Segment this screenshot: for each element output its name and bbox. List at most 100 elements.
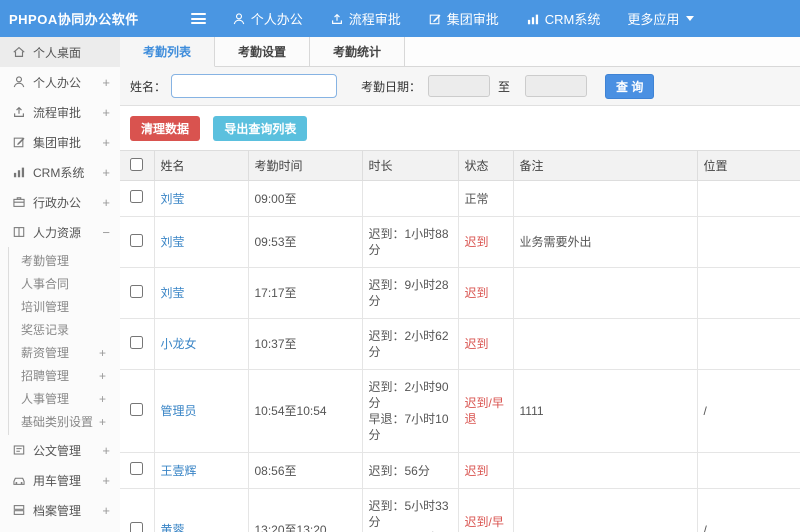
sidebar-subitem-1[interactable]: 考勤管理	[9, 249, 120, 272]
expand-toggle-icon[interactable]: +	[99, 415, 106, 429]
table-row: 黄蓉 13:20至13:20迟到：5小时33分早退：4小时67分迟到/早退 /	[120, 488, 800, 532]
attendance-table: 姓名 考勤时间 时长 状态 备注 位置 刘莹 09:00至 正常 刘莹 09:53至 迟到：1小时8…	[120, 150, 800, 532]
top-nav-item-4[interactable]: CRM系统	[526, 9, 600, 28]
name-input[interactable]	[171, 74, 338, 98]
sidebar-subitem-8[interactable]: 基础类别设置 +	[9, 410, 120, 433]
tab-1[interactable]: 考勤列表	[120, 37, 215, 67]
search-button[interactable]: 查 询	[605, 73, 655, 99]
sidebar-item-8[interactable]: 公文管理 +	[0, 435, 120, 465]
sidebar-item-10[interactable]: 档案管理 +	[0, 495, 120, 525]
sidebar-item-label: 人力资源	[33, 225, 82, 240]
name-cell: 刘莹	[154, 216, 249, 268]
employee-name-link[interactable]: 管理员	[161, 404, 197, 418]
chart-icon	[526, 12, 540, 26]
expand-toggle-icon[interactable]: +	[102, 503, 110, 518]
date-from-input[interactable]	[428, 75, 491, 97]
sidebar: 个人桌面 个人办公 + 流程审批 + 集团审批 + CRM系统 + 行政办公 + 人力资源 − 考勤管理人…	[0, 37, 121, 532]
date-to-input[interactable]	[525, 75, 588, 97]
row-checkbox[interactable]	[130, 335, 144, 349]
tab-2[interactable]: 考勤设置	[215, 37, 310, 66]
employee-name-link[interactable]: 刘莹	[161, 235, 185, 249]
expand-toggle-icon[interactable]: +	[102, 135, 110, 150]
sidebar-item-5[interactable]: CRM系统 +	[0, 157, 120, 187]
top-nav-item-3[interactable]: 集团审批	[428, 9, 499, 28]
sidebar-item-label: 个人办公	[33, 75, 82, 90]
caret-down-icon	[686, 16, 695, 21]
row-checkbox[interactable]	[130, 521, 144, 532]
doc-icon	[12, 443, 26, 457]
expand-toggle-icon[interactable]: +	[102, 473, 110, 488]
table-row: 王壹辉 08:56至 迟到：56分 迟到	[120, 452, 800, 489]
export-list-button[interactable]: 导出查询列表	[213, 116, 308, 141]
time-cell: 13:20至13:20	[248, 488, 363, 532]
time-cell: 10:37至	[248, 318, 363, 370]
sidebar-item-4[interactable]: 集团审批 +	[0, 127, 120, 157]
expand-toggle-icon[interactable]: +	[102, 195, 110, 210]
location-cell	[697, 318, 800, 370]
sidebar-subitem-4[interactable]: 奖惩记录	[9, 318, 120, 341]
expand-toggle-icon[interactable]: +	[102, 75, 110, 90]
location-cell	[697, 216, 800, 268]
column-header-1: 姓名	[154, 150, 249, 181]
expand-toggle-icon[interactable]: +	[102, 105, 110, 120]
sidebar-subitem-6[interactable]: 招聘管理 +	[9, 364, 120, 387]
sidebar-item-2[interactable]: 个人办公 +	[0, 67, 120, 97]
duration-cell: 迟到：5小时33分早退：4小时67分	[362, 488, 459, 532]
app-logo[interactable]: PHPOA协同办公软件	[0, 9, 139, 28]
tab-bar: 考勤列表 考勤设置 考勤统计	[120, 37, 800, 67]
expand-toggle-icon[interactable]: +	[99, 369, 106, 383]
remark-cell: 1111	[513, 369, 698, 453]
column-header-6: 位置	[697, 150, 800, 181]
expand-toggle-icon[interactable]: −	[102, 225, 110, 240]
sidebar-item-6[interactable]: 行政办公 +	[0, 187, 120, 217]
sidebar-subitem-2[interactable]: 人事合同	[9, 272, 120, 295]
sidebar-subitem-3[interactable]: 培训管理	[9, 295, 120, 318]
top-header: PHPOA协同办公软件 个人办公 流程审批 集团审批 CRM系统 更多应用	[0, 0, 800, 37]
expand-toggle-icon[interactable]: +	[99, 346, 106, 360]
top-nav-item-2[interactable]: 流程审批	[330, 9, 401, 28]
expand-toggle-icon[interactable]: +	[102, 443, 110, 458]
briefcase-icon	[12, 195, 26, 209]
sidebar-subitem-5[interactable]: 薪资管理 +	[9, 341, 120, 364]
expand-toggle-icon[interactable]: +	[102, 165, 110, 180]
status-cell: 迟到	[458, 216, 514, 268]
column-header-2: 考勤时间	[248, 150, 363, 181]
clear-data-button[interactable]: 清理数据	[130, 116, 201, 141]
filter-bar: 姓名： 考勤日期： 至 查 询	[120, 67, 800, 106]
menu-icon[interactable]	[190, 13, 206, 24]
sidebar-item-3[interactable]: 流程审批 +	[0, 97, 120, 127]
home-icon	[12, 45, 26, 59]
expand-toggle-icon[interactable]: +	[99, 392, 106, 406]
row-checkbox[interactable]	[130, 402, 144, 416]
sidebar-item-label: 行政办公	[33, 195, 82, 210]
employee-name-link[interactable]: 王壹辉	[161, 464, 197, 478]
row-checkbox[interactable]	[130, 233, 144, 247]
sidebar-item-9[interactable]: 用车管理 +	[0, 465, 120, 495]
sidebar-item-7[interactable]: 人力资源 −	[0, 217, 120, 247]
chart-icon	[12, 165, 26, 179]
row-checkbox[interactable]	[130, 190, 144, 203]
sidebar-item-11[interactable]: 项目管理+	[0, 525, 120, 532]
employee-name-link[interactable]: 小龙女	[161, 337, 197, 351]
sidebar-item-1[interactable]: 个人桌面	[0, 37, 120, 67]
name-cell: 王壹辉	[154, 452, 249, 489]
location-cell	[697, 267, 800, 319]
employee-name-link[interactable]: 黄蓉	[161, 523, 185, 532]
row-select-cell	[120, 180, 155, 217]
column-header-4: 状态	[458, 150, 514, 181]
sidebar-subitem-label: 招聘管理	[21, 369, 70, 383]
row-checkbox[interactable]	[130, 284, 144, 298]
sidebar-subitem-7[interactable]: 人事管理 +	[9, 387, 120, 410]
status-cell: 正常	[458, 180, 514, 217]
row-select-cell	[120, 369, 155, 453]
table-row: 刘莹 09:00至 正常	[120, 180, 800, 217]
top-nav-item-5[interactable]: 更多应用	[627, 9, 695, 28]
top-nav-item-1[interactable]: 个人办公	[232, 9, 303, 28]
select-all-checkbox[interactable]	[130, 157, 144, 171]
tab-3[interactable]: 考勤统计	[310, 37, 405, 66]
status-cell: 迟到/早退	[458, 488, 514, 532]
employee-name-link[interactable]: 刘莹	[161, 192, 185, 206]
time-cell: 10:54至10:54	[248, 369, 363, 453]
employee-name-link[interactable]: 刘莹	[161, 286, 185, 300]
row-checkbox[interactable]	[130, 462, 144, 475]
